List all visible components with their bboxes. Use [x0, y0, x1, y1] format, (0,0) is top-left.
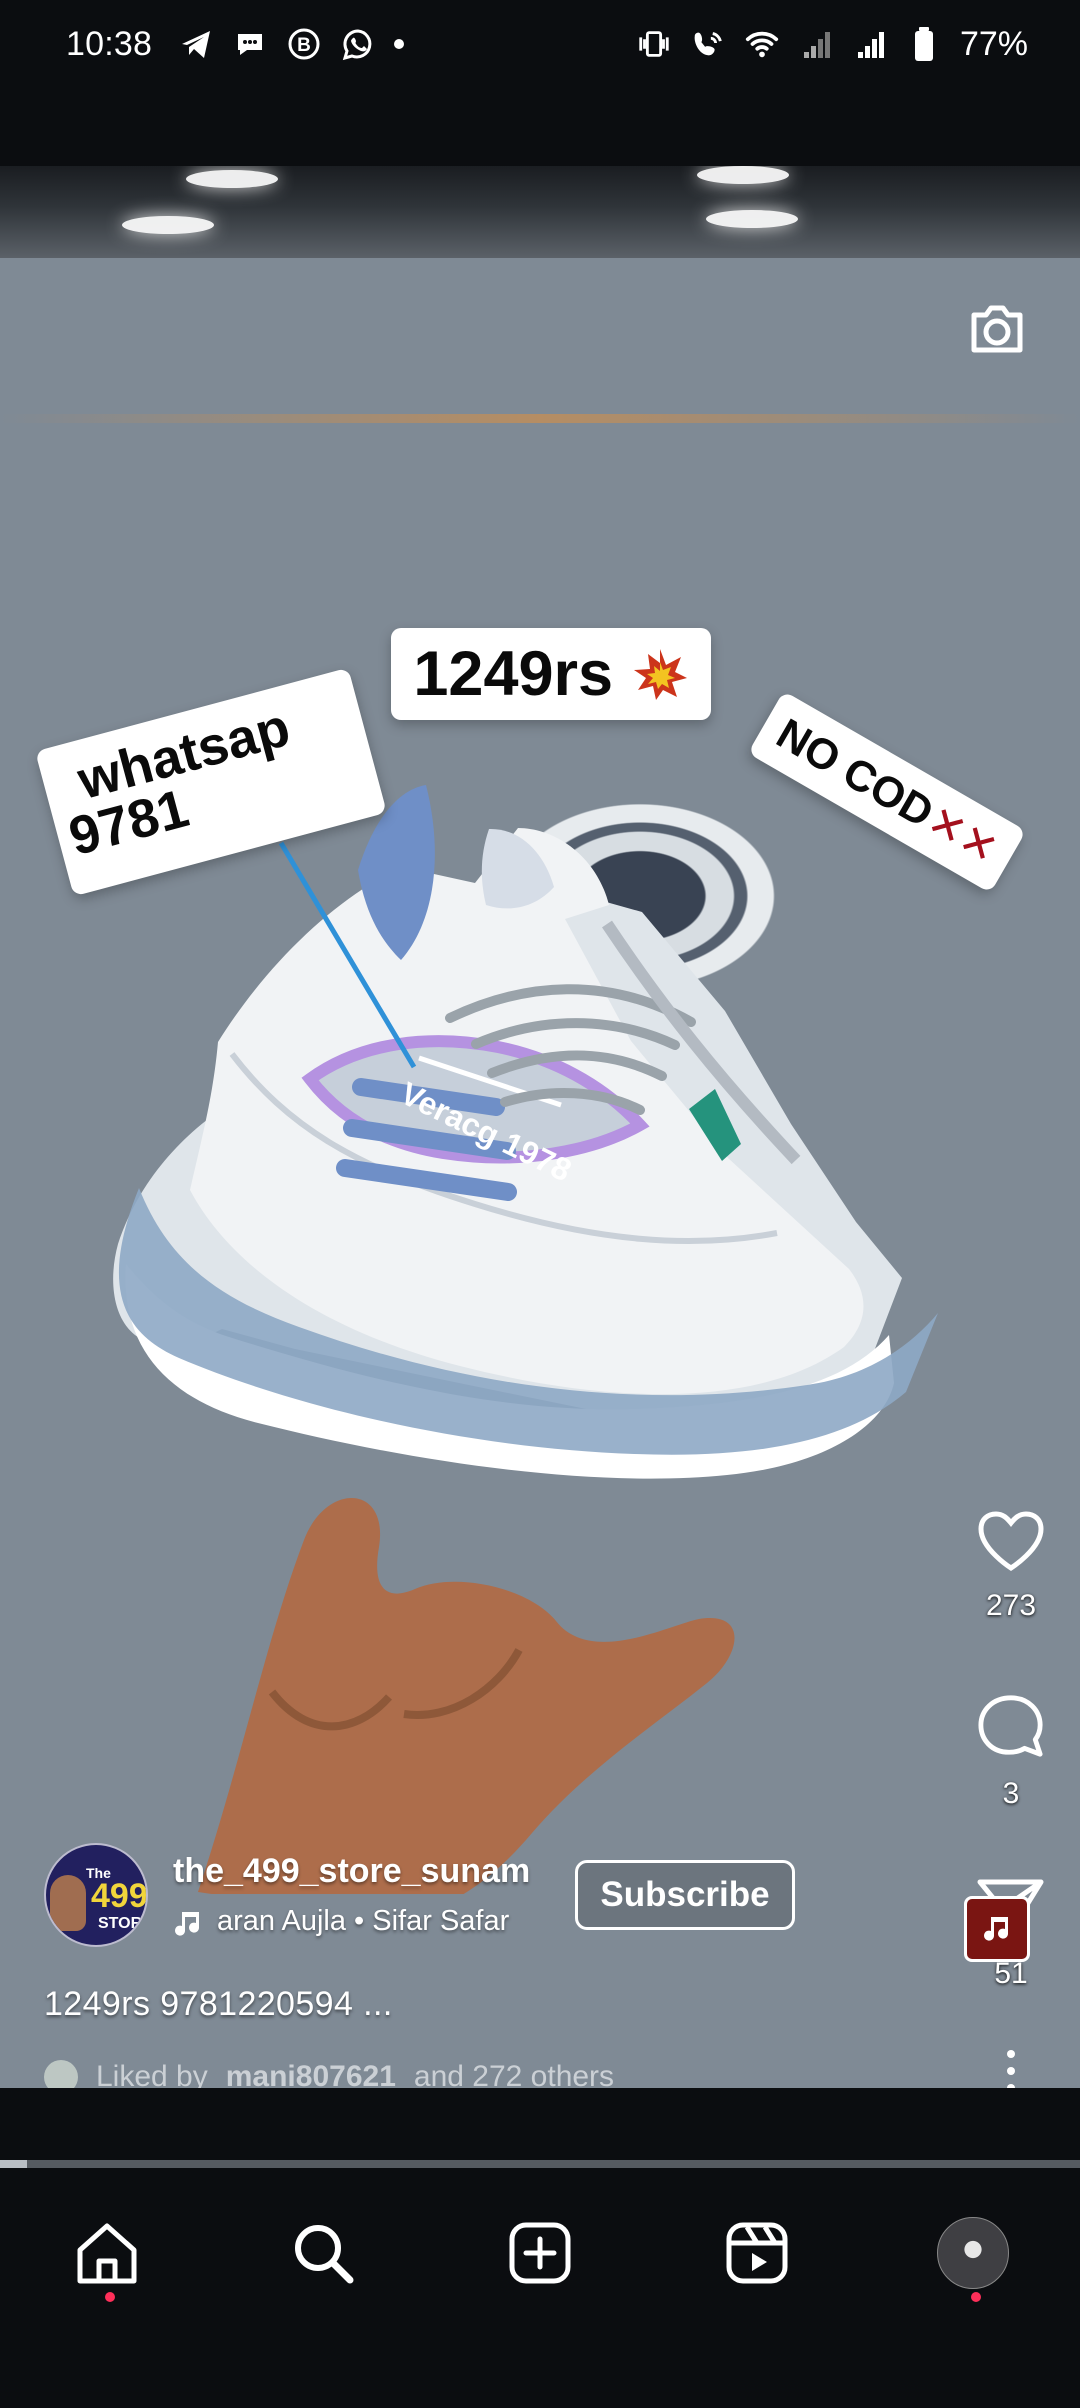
- search-tab[interactable]: [276, 2206, 370, 2300]
- camera-icon[interactable]: [964, 296, 1030, 362]
- share-count: 51: [994, 1957, 1028, 1990]
- comment-icon: [978, 1695, 1043, 1757]
- reel-progress-bar[interactable]: [0, 2160, 1080, 2168]
- music-note-icon: [175, 1911, 199, 1936]
- status-time: 10:38: [66, 24, 153, 63]
- battery-icon: [906, 26, 942, 62]
- signal-icon: [852, 26, 888, 62]
- b-icon: B: [286, 26, 322, 62]
- reel-progress-fill: [0, 2160, 27, 2168]
- home-icon: [77, 2223, 137, 2284]
- liked-by-row[interactable]: Liked by mani807621 and 272 others: [44, 2058, 614, 2088]
- heart-icon: [978, 1511, 1044, 1571]
- more-vertical-icon: [1007, 2050, 1015, 2088]
- status-right: 77%: [636, 25, 1028, 64]
- create-icon: [509, 2222, 571, 2284]
- reels-tab[interactable]: [710, 2206, 804, 2300]
- profile-notification-dot: [971, 2292, 981, 2302]
- profile-tab[interactable]: [926, 2206, 1020, 2302]
- liked-by-avatar: [44, 2060, 78, 2088]
- reel-action-rail: 273 3 51: [966, 1511, 1056, 2088]
- audio-track[interactable]: aran Aujla • Sifar Safar: [173, 1905, 533, 1938]
- status-left: 10:38 B: [66, 24, 405, 64]
- vibrate-icon: [636, 26, 672, 62]
- reel-author-row: The 499 STORE the_499_store_sunam aran A…: [44, 1843, 844, 1947]
- svg-text:B: B: [297, 35, 311, 56]
- status-bar: 10:38 B 77%: [0, 0, 1080, 88]
- avatar-badge-bottom: STORE: [98, 1915, 148, 1932]
- notification-dot-icon: [394, 39, 405, 49]
- bottom-navigation: [0, 2170, 1080, 2408]
- music-note-icon: [984, 1917, 1008, 1941]
- liked-by-user[interactable]: mani807621: [226, 2060, 396, 2088]
- whatsapp-icon: [340, 26, 376, 62]
- ceiling-light: [186, 170, 278, 188]
- subscribe-button[interactable]: Subscribe: [575, 1860, 795, 1930]
- signal-icon: [798, 26, 834, 62]
- comment-count: 3: [1002, 1777, 1020, 1810]
- avatar-badge-number: 499: [91, 1877, 148, 1915]
- liked-by-suffix: and 272 others: [413, 2060, 615, 2088]
- product-image: Veracg 1978: [113, 785, 939, 1894]
- home-notification-dot: [105, 2292, 115, 2302]
- like-button[interactable]: 273: [966, 1511, 1056, 1629]
- create-tab[interactable]: [493, 2206, 587, 2300]
- reels-icon: [726, 2222, 788, 2284]
- author-avatar[interactable]: The 499 STORE: [44, 1843, 148, 1947]
- price-sticker: 1249rs: [391, 628, 711, 720]
- ceiling-light: [697, 166, 789, 184]
- more-options-button[interactable]: [966, 2045, 1056, 2088]
- home-tab[interactable]: [60, 2206, 154, 2302]
- telegram-icon: [178, 26, 214, 62]
- ceiling-background: [0, 166, 1080, 258]
- chat-icon: [232, 26, 268, 62]
- search-icon: [295, 2225, 354, 2284]
- audio-track-text: aran Aujla • Sifar Safar: [217, 1905, 510, 1937]
- like-count: 273: [985, 1589, 1037, 1622]
- marble-gold-line: [0, 414, 1080, 423]
- comment-button[interactable]: 3: [966, 1693, 1056, 1811]
- reel-video[interactable]: Veracg 1978 1249rs whatsap 9781 NO COD✕✕…: [0, 166, 1080, 2088]
- liked-by-prefix: Liked by: [96, 2060, 208, 2088]
- battery-percent: 77%: [959, 24, 1028, 63]
- avatar-person: [50, 1875, 86, 1931]
- ceiling-light: [706, 210, 798, 228]
- author-text: the_499_store_sunam aran Aujla • Sifar S…: [173, 1852, 533, 1938]
- audio-button[interactable]: [964, 1896, 1030, 1962]
- ceiling-light: [122, 216, 214, 234]
- price-sticker-text: 1249rs: [413, 639, 614, 709]
- author-username[interactable]: the_499_store_sunam: [173, 1852, 533, 1891]
- reel-caption[interactable]: 1249rs 9781220594 ...: [44, 1985, 393, 2024]
- explosion-icon: [633, 649, 687, 700]
- profile-avatar: [937, 2217, 1009, 2289]
- wifi-call-icon: [690, 26, 726, 62]
- wifi-icon: [744, 26, 780, 62]
